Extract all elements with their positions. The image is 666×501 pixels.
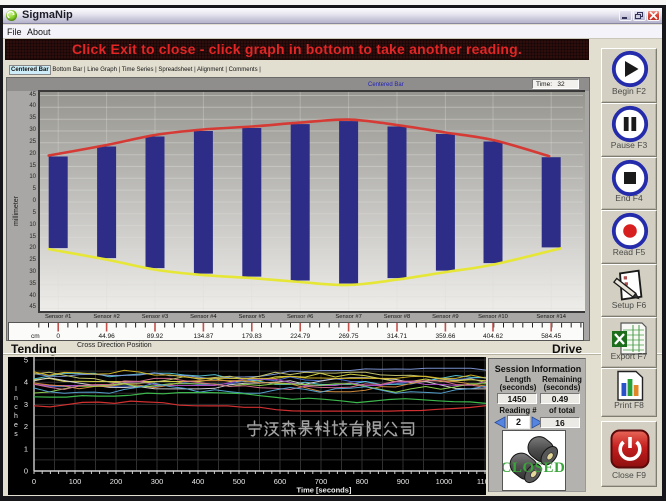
svg-text:0: 0 — [32, 477, 36, 486]
svg-text:314.71: 314.71 — [387, 333, 407, 340]
svg-text:179.83: 179.83 — [242, 333, 262, 340]
svg-text:1: 1 — [24, 444, 28, 453]
svg-text:134.87: 134.87 — [193, 333, 213, 340]
svg-text:c: c — [14, 404, 18, 411]
svg-text:800: 800 — [356, 477, 369, 486]
svg-text:300: 300 — [151, 477, 164, 486]
svg-text:359.66: 359.66 — [435, 333, 455, 340]
svg-text:584.45: 584.45 — [541, 333, 561, 340]
svg-text:100: 100 — [69, 477, 82, 486]
svg-text:5: 5 — [24, 356, 28, 365]
svg-text:s: s — [14, 431, 18, 438]
svg-text:404.62: 404.62 — [483, 333, 503, 340]
svg-text:3: 3 — [24, 400, 28, 409]
svg-text:4: 4 — [24, 378, 28, 387]
svg-text:CLOSED: CLOSED — [503, 460, 565, 476]
svg-text:0: 0 — [56, 333, 60, 340]
svg-text:1000: 1000 — [436, 477, 453, 486]
svg-text:h: h — [14, 413, 18, 420]
svg-text:2: 2 — [24, 422, 28, 431]
svg-text:44.96: 44.96 — [98, 333, 115, 340]
svg-text:400: 400 — [192, 477, 205, 486]
svg-text:n: n — [14, 395, 18, 402]
svg-text:900: 900 — [397, 477, 410, 486]
svg-text:224.79: 224.79 — [290, 333, 310, 340]
svg-text:I: I — [15, 386, 17, 393]
svg-text:0: 0 — [24, 467, 28, 476]
svg-text:cm: cm — [31, 333, 40, 340]
svg-text:89.92: 89.92 — [147, 333, 164, 340]
svg-text:269.75: 269.75 — [339, 333, 359, 340]
svg-text:e: e — [14, 422, 18, 429]
svg-text:500: 500 — [233, 477, 246, 486]
svg-text:Time [seconds]: Time [seconds] — [297, 486, 352, 495]
svg-text:200: 200 — [110, 477, 123, 486]
svg-text:600: 600 — [274, 477, 287, 486]
